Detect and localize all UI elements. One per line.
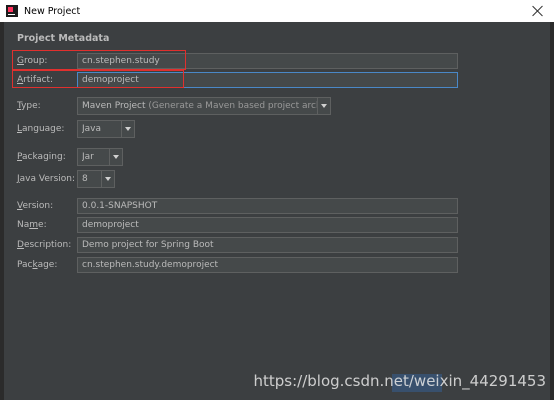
type-select[interactable]: Maven Project (Generate a Maven based pr… bbox=[77, 97, 331, 115]
version-label-text: ersion: bbox=[22, 201, 54, 211]
description-label-mnemonic: D bbox=[17, 240, 24, 250]
type-value-main: Maven Project bbox=[82, 101, 146, 111]
annotation-group-box bbox=[12, 50, 186, 70]
name-label-text: e: bbox=[38, 220, 47, 230]
section-title: Project Metadata bbox=[17, 33, 110, 44]
description-field[interactable]: Demo project for Spring Boot bbox=[77, 237, 458, 253]
intellij-icon bbox=[6, 5, 18, 17]
java-version-value: 8 bbox=[82, 174, 88, 184]
name-field[interactable]: demoproject bbox=[77, 217, 458, 233]
language-value: Java bbox=[82, 124, 102, 134]
name-label-pre: Na bbox=[17, 220, 30, 230]
version-field[interactable]: 0.0.1-SNAPSHOT bbox=[77, 198, 458, 214]
java-version-select[interactable]: 8 bbox=[77, 170, 115, 188]
close-icon[interactable] bbox=[530, 3, 546, 19]
language-label: Language: bbox=[17, 122, 64, 136]
type-value-desc: (Generate a Maven based project archive) bbox=[148, 101, 317, 111]
type-label-text: ype: bbox=[21, 101, 41, 111]
package-field[interactable]: cn.stephen.study.demoproject bbox=[77, 257, 458, 273]
watermark: https://blog.csdn.net/weixin_44291453 bbox=[253, 372, 546, 390]
version-label: Version: bbox=[17, 199, 53, 213]
chevron-down-icon[interactable] bbox=[109, 149, 122, 165]
packaging-label-text: ackaging: bbox=[22, 152, 66, 162]
type-value: Maven Project (Generate a Maven based pr… bbox=[82, 98, 317, 114]
language-select[interactable]: Java bbox=[77, 120, 135, 138]
description-label: Description: bbox=[17, 238, 71, 252]
packaging-value: Jar bbox=[82, 152, 94, 162]
packaging-label: Packaging: bbox=[17, 150, 66, 164]
java-version-label: Java Version: bbox=[17, 172, 75, 186]
left-edge bbox=[0, 22, 4, 400]
chevron-down-icon[interactable] bbox=[121, 121, 134, 137]
name-label: Name: bbox=[17, 218, 47, 232]
annotation-artifact-box bbox=[12, 70, 184, 88]
chevron-down-icon[interactable] bbox=[101, 171, 114, 187]
window-titlebar: New Project bbox=[0, 0, 554, 22]
type-label: Type: bbox=[17, 99, 41, 113]
package-label-pre: Pac bbox=[17, 260, 33, 270]
language-label-text: anguage: bbox=[22, 124, 65, 134]
java-version-label-text: ava Version: bbox=[19, 174, 76, 184]
right-edge bbox=[550, 22, 554, 400]
package-label-text: age: bbox=[37, 260, 58, 270]
packaging-select[interactable]: Jar bbox=[77, 148, 123, 166]
chevron-down-icon[interactable] bbox=[317, 98, 330, 114]
description-label-text: escription: bbox=[23, 240, 72, 250]
window-title: New Project bbox=[24, 5, 81, 17]
name-label-mnemonic: m bbox=[29, 220, 39, 230]
package-label: Package: bbox=[17, 258, 57, 272]
